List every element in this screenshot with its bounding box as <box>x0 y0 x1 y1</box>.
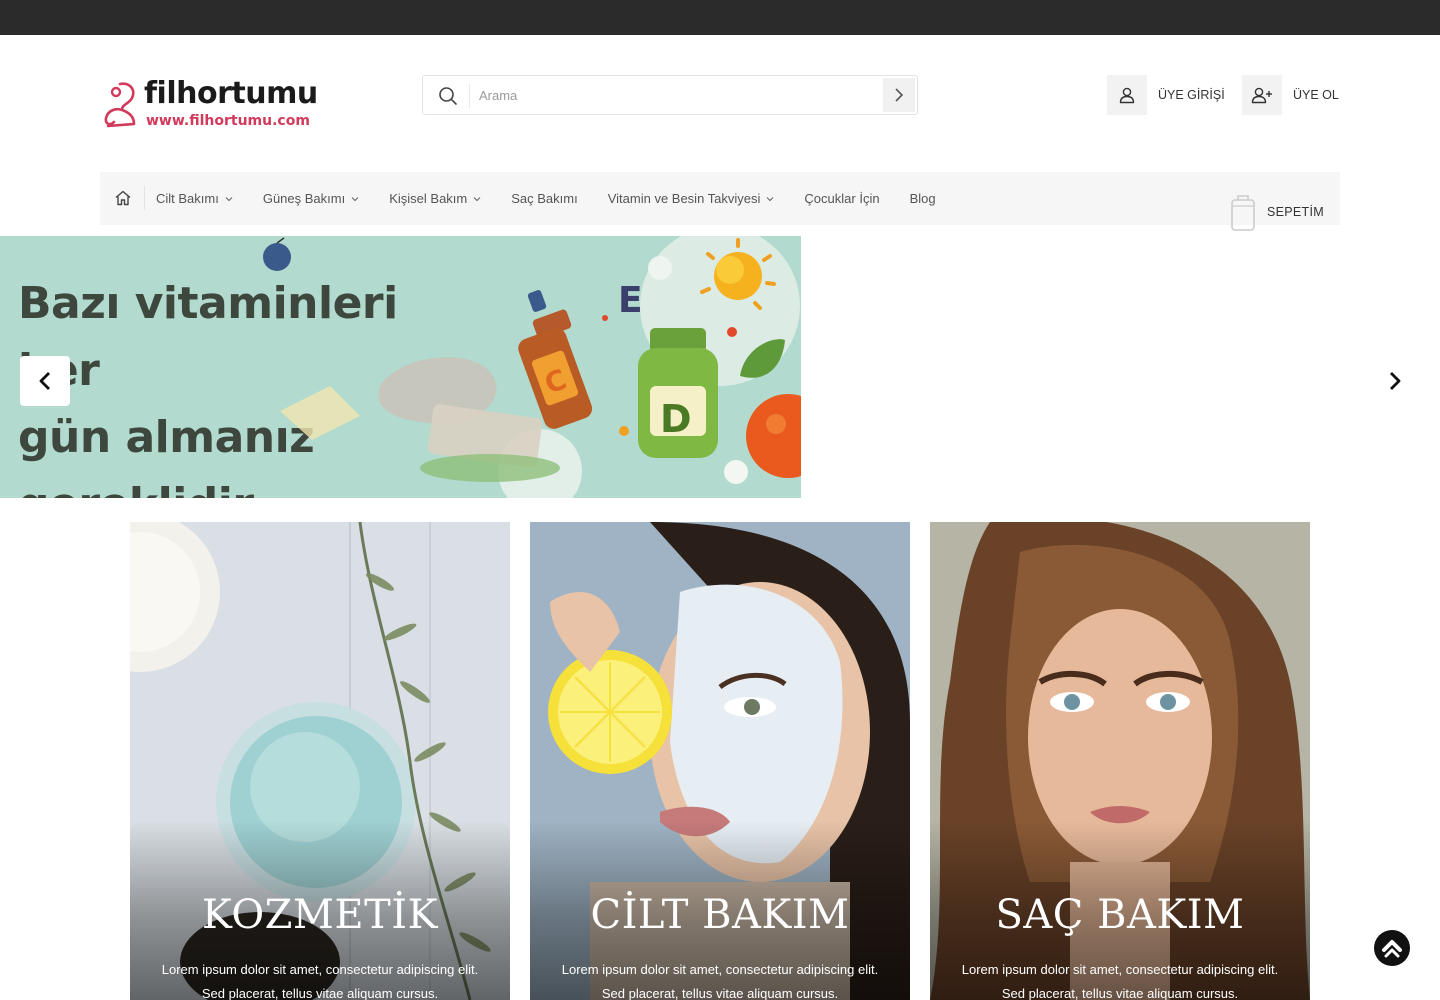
nav-item-kisisel-bakim[interactable]: Kişisel Bakım <box>389 191 481 206</box>
slider-next-button[interactable] <box>1374 360 1416 402</box>
nav-item-label: Vitamin ve Besin Takviyesi <box>607 191 761 206</box>
nav-item-label: Blog <box>909 191 936 206</box>
chevron-left-icon <box>39 372 50 390</box>
site-logo[interactable]: filhortumu www.filhortumu.com <box>100 76 318 132</box>
chevron-down-icon <box>473 196 481 201</box>
nav-item-sac-bakimi[interactable]: Saç Bakımı <box>511 191 577 206</box>
scroll-to-top-button[interactable] <box>1374 930 1410 966</box>
category-cards: KOZMETİK Lorem ipsum dolor sit amet, con… <box>130 522 1310 1000</box>
nav-item-cilt-bakimi[interactable]: Cilt Bakımı <box>156 191 233 206</box>
card-title: SAÇ BAKIM <box>995 892 1245 938</box>
login-label: ÜYE GİRİŞİ <box>1158 88 1225 102</box>
search-icon <box>439 87 457 105</box>
letter-e: E <box>618 280 643 321</box>
slider-banner[interactable]: Bazı vitaminleri her gün almanız gerekli… <box>0 236 801 498</box>
hero-slider: Bazı vitaminleri her gün almanız gerekli… <box>0 236 1440 498</box>
user-plus-icon <box>1251 87 1272 104</box>
nav-separator <box>144 186 145 210</box>
register-label: ÜYE OL <box>1293 88 1339 102</box>
cart-link[interactable]: SEPETİM <box>1230 192 1324 232</box>
logo-name: filhortumu <box>144 76 318 111</box>
nav-item-blog[interactable]: Blog <box>910 191 936 206</box>
card-title: CİLT BAKIM <box>590 892 850 938</box>
nav-item-label: Çocuklar İçin <box>804 191 880 206</box>
chevron-down-icon <box>767 196 774 201</box>
category-card-kozmetik[interactable]: KOZMETİK Lorem ipsum dolor sit amet, con… <box>130 522 510 1000</box>
nav-item-vitamin[interactable]: Vitamin ve Besin Takviyesi <box>608 191 775 206</box>
card-description: Lorem ipsum dolor sit amet, consectetur … <box>961 962 1279 1000</box>
home-icon[interactable] <box>114 189 132 207</box>
nav-items: Cilt Bakımı Güneş Bakımı Kişisel Bakım S… <box>156 172 966 225</box>
search-submit-button[interactable] <box>883 78 915 112</box>
register-icon-box <box>1242 75 1282 115</box>
chevron-right-icon <box>1390 372 1401 390</box>
cart-label: SEPETİM <box>1267 205 1324 219</box>
nav-item-gunes-bakimi[interactable]: Güneş Bakımı <box>263 191 359 206</box>
slider-prev-button[interactable] <box>20 356 70 406</box>
logo-url: www.filhortumu.com <box>146 113 310 129</box>
search-bar <box>422 75 918 115</box>
register-link[interactable]: ÜYE OL <box>1242 74 1339 116</box>
nav-item-label: Güneş Bakımı <box>262 191 346 206</box>
shopping-bag-icon <box>1231 195 1255 231</box>
category-card-cilt-bakim[interactable]: CİLT BAKIM Lorem ipsum dolor sit amet, c… <box>530 522 910 1000</box>
letter-d: D <box>660 397 692 441</box>
arrow-up-icon <box>1375 931 1409 965</box>
chevron-down-icon <box>351 196 359 201</box>
card-description: Lorem ipsum dolor sit amet, consectetur … <box>561 962 879 1000</box>
search-divider <box>469 84 470 108</box>
main-nav: Cilt Bakımı Güneş Bakımı Kişisel Bakım S… <box>100 172 1340 231</box>
chevron-right-icon <box>895 88 904 102</box>
user-icon <box>1119 87 1135 104</box>
nav-item-label: Kişisel Bakım <box>389 191 468 206</box>
vitamin-illustration: C E D <box>263 236 801 498</box>
card-description: Lorem ipsum dolor sit amet, consectetur … <box>161 962 479 1000</box>
logo-mark-icon <box>104 82 136 128</box>
nav-item-label: Saç Bakımı <box>511 191 578 206</box>
category-card-sac-bakim[interactable]: SAÇ BAKIM Lorem ipsum dolor sit amet, co… <box>930 522 1310 1000</box>
chevron-down-icon <box>225 196 233 201</box>
card-title: KOZMETİK <box>202 892 438 938</box>
nav-item-label: Cilt Bakımı <box>156 191 219 206</box>
search-input[interactable] <box>479 82 879 108</box>
nav-item-cocuklar-icin[interactable]: Çocuklar İçin <box>804 191 879 206</box>
login-icon-box <box>1107 75 1147 115</box>
top-bar <box>0 0 1440 35</box>
login-link[interactable]: ÜYE GİRİŞİ <box>1107 74 1225 116</box>
